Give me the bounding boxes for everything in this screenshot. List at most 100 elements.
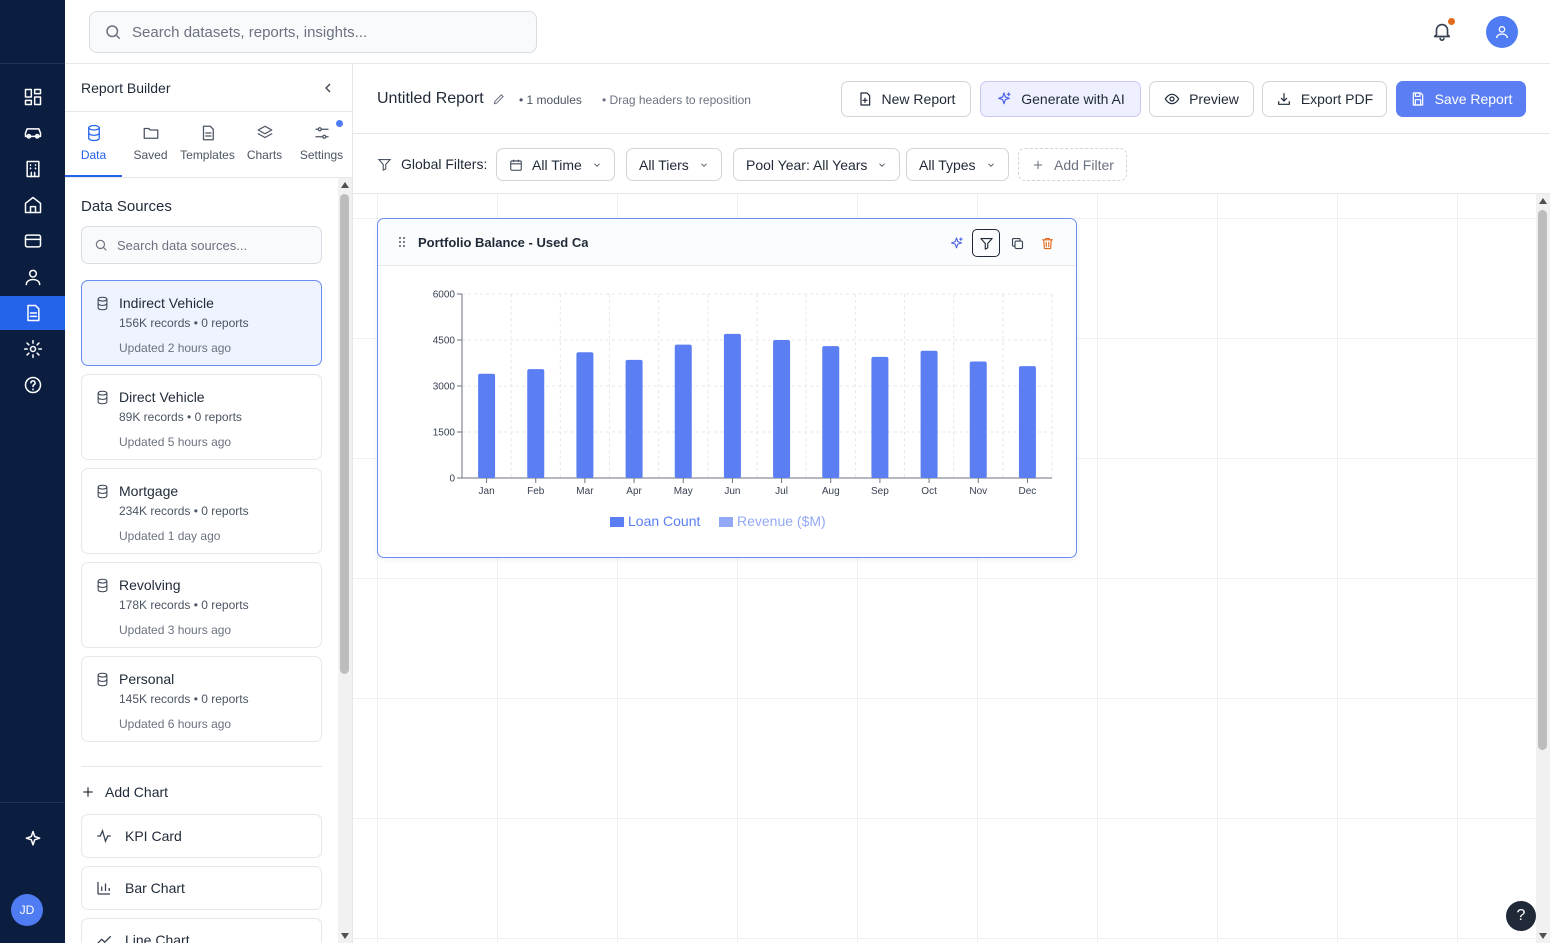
- settings-badge-dot: [336, 120, 343, 127]
- bar: [920, 350, 938, 478]
- data-source-search-input[interactable]: [117, 237, 307, 253]
- legend-label: Loan Count: [628, 513, 701, 529]
- data-source-card[interactable]: Personal 145K records • 0 reports Update…: [81, 656, 322, 742]
- help-button[interactable]: ?: [1506, 901, 1536, 931]
- panel-scroll-area: Data Sources Indirect Vehicle 156K recor…: [65, 178, 338, 943]
- y-tick-label: 1500: [433, 428, 456, 439]
- bar: [576, 352, 594, 478]
- scroll-up-arrow[interactable]: [1539, 198, 1547, 204]
- chart-option-line-chart[interactable]: Line Chart: [81, 918, 322, 943]
- nav-help[interactable]: [0, 368, 65, 402]
- nav-vehicle[interactable]: [0, 116, 65, 150]
- bar: [969, 361, 987, 478]
- line-chart-icon: [97, 935, 112, 943]
- scroll-down-arrow[interactable]: [1539, 933, 1547, 939]
- nav-dashboard[interactable]: [0, 80, 65, 114]
- data-source-card[interactable]: Mortgage 234K records • 0 reports Update…: [81, 468, 322, 554]
- nav-reports[interactable]: [0, 296, 65, 330]
- credit-card-icon: [24, 234, 41, 248]
- user-icon: [25, 269, 40, 286]
- trash-icon: [1041, 237, 1053, 249]
- data-source-card[interactable]: Revolving 178K records • 0 reports Updat…: [81, 562, 322, 648]
- global-search-input[interactable]: [132, 23, 512, 41]
- scroll-down-arrow[interactable]: [341, 933, 349, 939]
- report-title[interactable]: Untitled Report: [377, 90, 506, 108]
- tab-data[interactable]: Data: [65, 112, 122, 177]
- user-avatar-initials[interactable]: JD: [11, 894, 43, 926]
- tiers-filter-dropdown[interactable]: All Tiers: [626, 148, 722, 181]
- notifications-button[interactable]: [1431, 18, 1455, 44]
- pencil-icon[interactable]: [492, 92, 506, 106]
- user-avatar[interactable]: [1486, 16, 1518, 48]
- legend-label: Revenue ($M): [737, 513, 826, 529]
- new-report-button[interactable]: New Report: [841, 81, 971, 117]
- save-report-label: Save Report: [1434, 91, 1513, 107]
- pool-year-filter-dropdown[interactable]: Pool Year: All Years: [733, 148, 901, 181]
- scroll-up-arrow[interactable]: [341, 182, 349, 188]
- tab-saved[interactable]: Saved: [122, 112, 179, 177]
- copy-icon: [1011, 237, 1023, 249]
- data-source-name: Revolving: [119, 577, 181, 593]
- scrollbar-thumb[interactable]: [340, 194, 349, 674]
- bar: [773, 340, 791, 478]
- module-duplicate-button[interactable]: [1003, 229, 1031, 257]
- user-icon: [1496, 26, 1508, 39]
- file-text-icon: [202, 125, 214, 141]
- export-pdf-button[interactable]: Export PDF: [1262, 81, 1387, 117]
- tab-settings[interactable]: Settings: [293, 112, 350, 177]
- types-filter-dropdown[interactable]: All Types: [906, 148, 1009, 181]
- gear-icon: [23, 339, 42, 359]
- nav-users[interactable]: [0, 260, 65, 294]
- database-icon: [97, 390, 108, 405]
- nav-home[interactable]: [0, 188, 65, 222]
- save-report-button[interactable]: Save Report: [1396, 81, 1526, 117]
- chart-option-kpi-card[interactable]: KPI Card: [81, 814, 322, 858]
- bar: [674, 344, 692, 478]
- nav-cards[interactable]: [0, 224, 65, 258]
- sliders-icon: [314, 127, 329, 139]
- panel-scrollbar[interactable]: [338, 178, 352, 943]
- module-delete-button[interactable]: [1033, 229, 1061, 257]
- data-source-card[interactable]: Indirect Vehicle 156K records • 0 report…: [81, 280, 322, 366]
- module-ai-button[interactable]: [942, 229, 970, 257]
- time-filter-dropdown[interactable]: All Time: [496, 148, 615, 181]
- chart-option-bar-chart[interactable]: Bar Chart: [81, 866, 322, 910]
- tab-data-label: Data: [80, 148, 107, 162]
- nav-buildings[interactable]: [0, 152, 65, 186]
- data-source-meta: 156K records • 0 reports: [119, 316, 249, 330]
- add-filter-button[interactable]: Add Filter: [1018, 148, 1127, 181]
- activity-icon: [97, 828, 111, 844]
- nav-settings[interactable]: [0, 332, 65, 366]
- x-tick-label: Oct: [921, 486, 937, 497]
- panel-header: Report Builder: [65, 64, 352, 112]
- data-source-search[interactable]: [81, 226, 322, 264]
- tab-templates[interactable]: Templates: [179, 112, 236, 177]
- canvas-scrollbar[interactable]: [1536, 194, 1550, 943]
- preview-button[interactable]: Preview: [1149, 81, 1254, 117]
- global-filters-text: Global Filters:: [401, 156, 488, 172]
- drag-handle-icon[interactable]: [398, 236, 406, 248]
- add-filter-label: Add Filter: [1054, 156, 1114, 173]
- time-filter-value: All Time: [532, 156, 582, 173]
- data-source-name: Mortgage: [119, 483, 179, 499]
- generate-ai-button[interactable]: Generate with AI: [980, 81, 1141, 117]
- global-search[interactable]: [89, 11, 537, 53]
- tab-saved-label: Saved: [133, 148, 168, 162]
- scrollbar-thumb[interactable]: [1538, 210, 1547, 750]
- chart-module[interactable]: Portfolio Balance - Used Ca 0 1500 3000 450…: [377, 218, 1077, 558]
- save-icon: [1412, 92, 1423, 106]
- tab-charts[interactable]: Charts: [236, 112, 293, 177]
- left-nav-rail: JD: [0, 0, 65, 943]
- nav-ai-assistant[interactable]: [0, 822, 65, 856]
- collapse-chevron-left-icon[interactable]: [320, 80, 336, 96]
- module-title[interactable]: Portfolio Balance - Used Ca: [418, 235, 588, 250]
- database-icon: [97, 672, 108, 687]
- bar: [1018, 366, 1036, 478]
- data-source-card[interactable]: Direct Vehicle 89K records • 0 reports U…: [81, 374, 322, 460]
- document-icon: [26, 304, 40, 322]
- global-filter-bar: Global Filters: All Time All Tiers Pool …: [353, 134, 1550, 194]
- module-filter-button[interactable]: [972, 229, 1000, 257]
- legend-swatch: [719, 517, 733, 527]
- layers-icon: [257, 125, 272, 139]
- module-header[interactable]: Portfolio Balance - Used Ca: [378, 219, 1076, 266]
